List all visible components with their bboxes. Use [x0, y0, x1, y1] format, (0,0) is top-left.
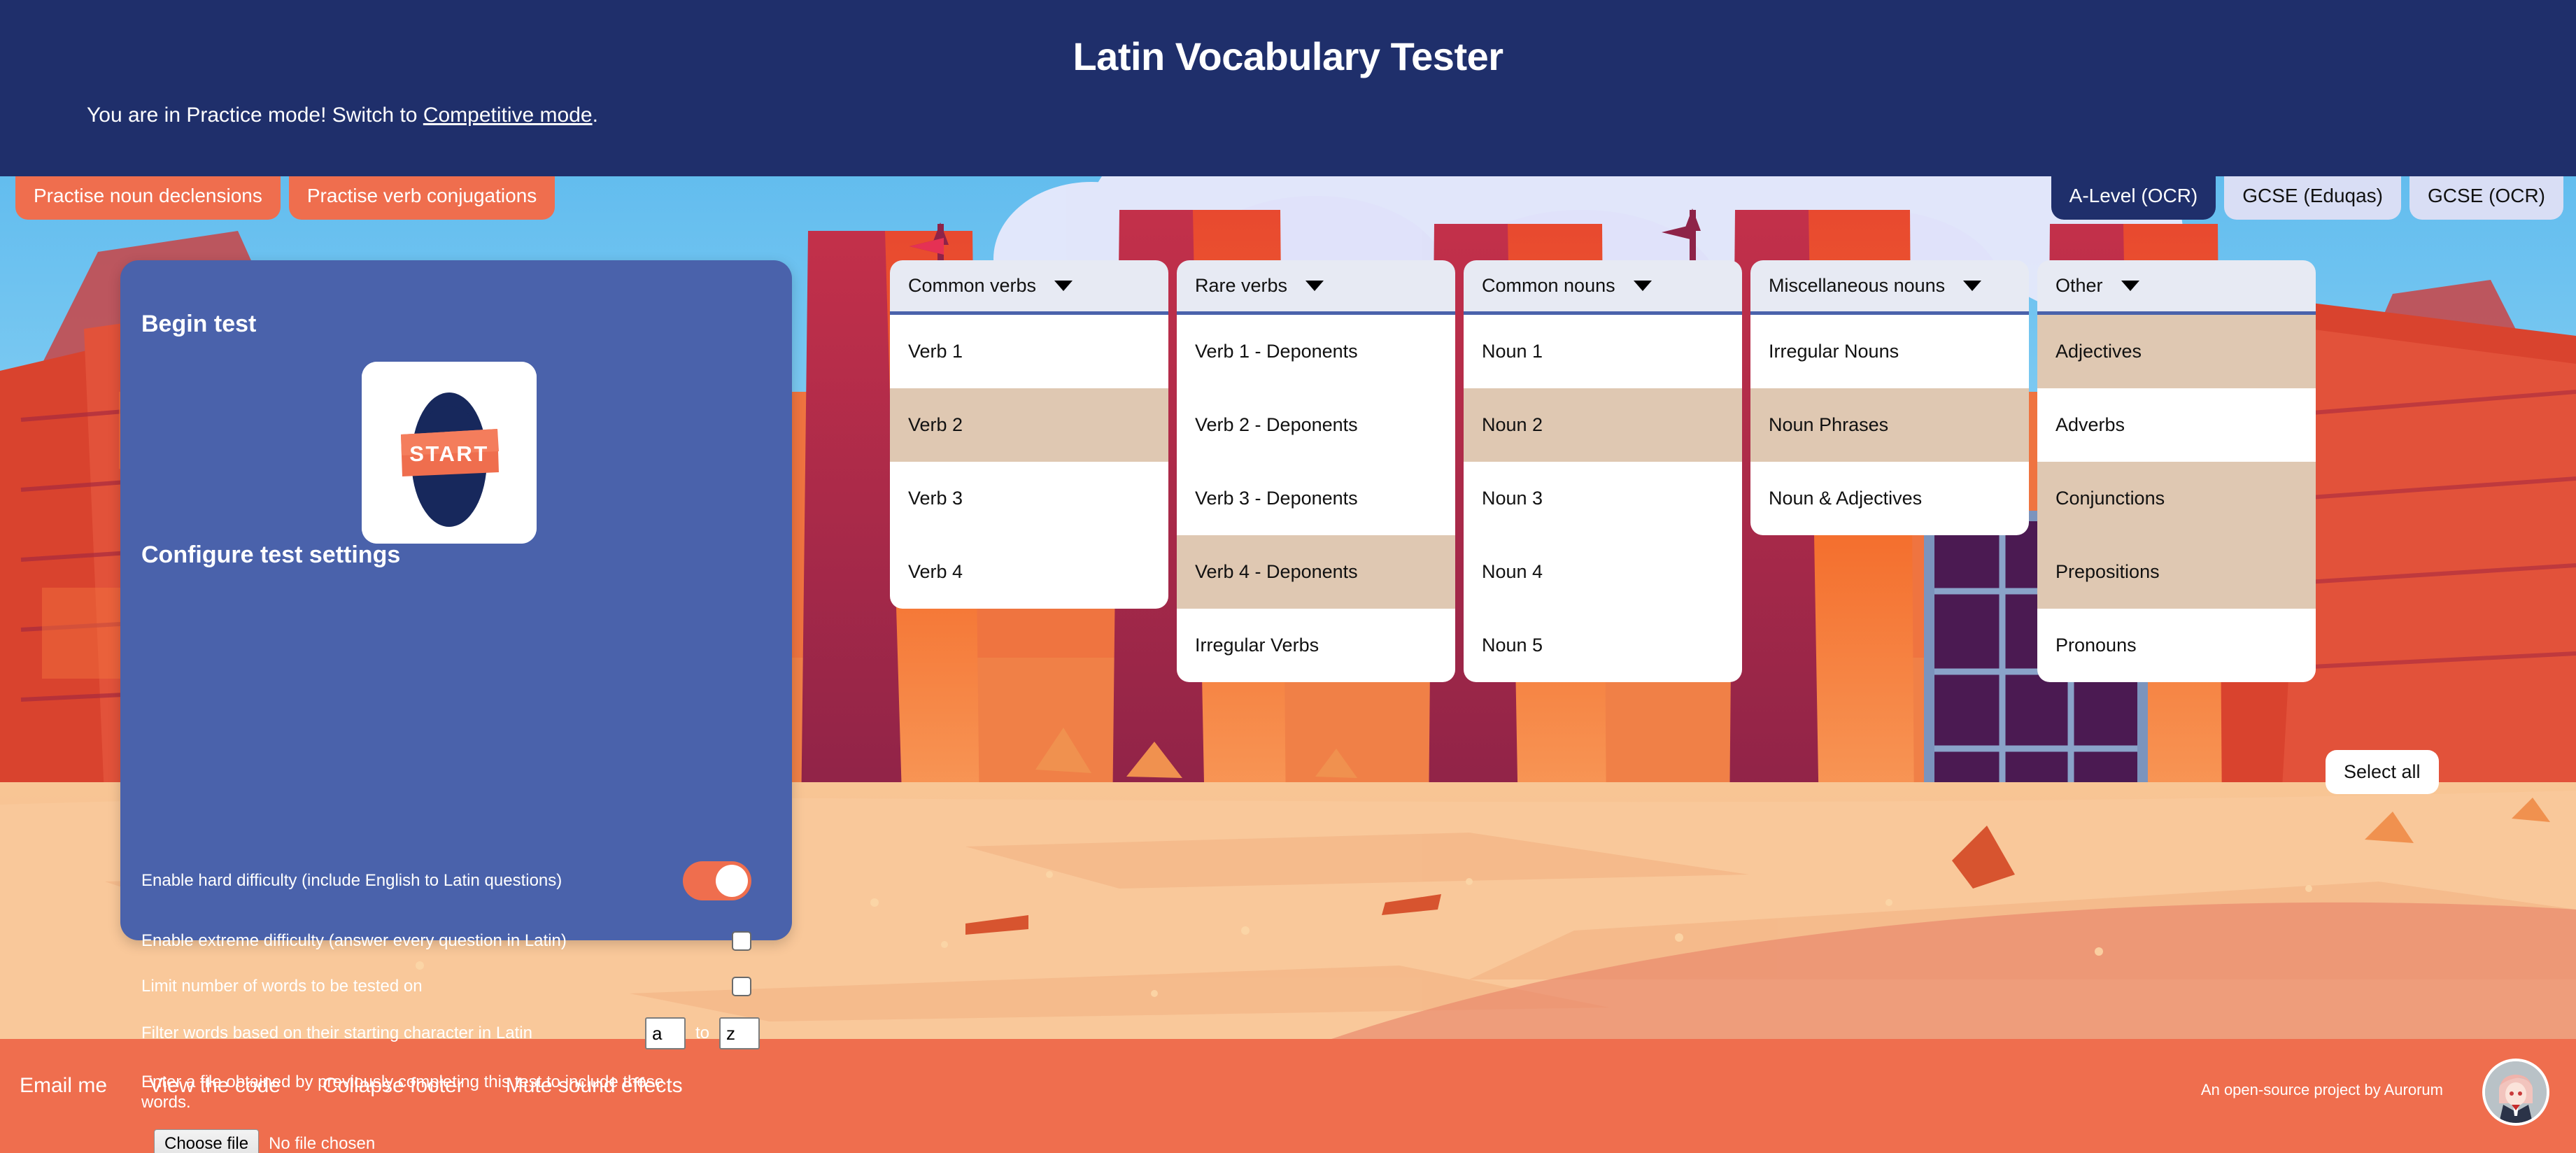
column-header-other[interactable]: Other	[2037, 260, 2316, 315]
filter-range-controls: to	[644, 1017, 760, 1049]
chevron-down-icon	[1633, 281, 1652, 291]
word-category-columns: Common verbs Verb 1 Verb 2 Verb 3 Verb 4…	[890, 260, 2316, 682]
option-item[interactable]: Noun Phrases	[1750, 388, 2029, 462]
option-item[interactable]: Noun 3	[1464, 462, 1742, 535]
start-icon: START	[362, 362, 537, 544]
option-item[interactable]: Noun 5	[1464, 609, 1742, 682]
column-title-common-nouns: Common nouns	[1482, 275, 1615, 296]
filter-from-input[interactable]	[644, 1017, 686, 1049]
option-item[interactable]: Verb 4	[890, 535, 1168, 609]
column-header-common-nouns[interactable]: Common nouns	[1464, 260, 1742, 315]
footer-credit: An open-source project by Aurorum	[2200, 1081, 2443, 1098]
limit-words-label: Limit number of words to be tested on	[141, 977, 423, 996]
test-settings-panel: Begin test START Configure test settings…	[120, 260, 792, 1153]
category-column-common-verbs: Common verbs Verb 1 Verb 2 Verb 3 Verb 4	[890, 260, 1168, 609]
hard-difficulty-toggle[interactable]	[683, 861, 751, 900]
option-item[interactable]: Irregular Verbs	[1177, 609, 1455, 682]
filter-to-input[interactable]	[719, 1017, 760, 1049]
option-item[interactable]: Adjectives	[2037, 315, 2316, 388]
option-item[interactable]: Verb 1	[890, 315, 1168, 388]
option-list-common-verbs: Verb 1 Verb 2 Verb 3 Verb 4	[890, 315, 1168, 609]
option-list-rare-verbs: Verb 1 - Deponents Verb 2 - Deponents Ve…	[1177, 315, 1455, 682]
option-item[interactable]: Pronouns	[2037, 609, 2316, 682]
mode-notice-prefix: You are in Practice mode! Switch to	[87, 104, 423, 127]
footer-link-email-me[interactable]: Email me	[20, 1074, 107, 1098]
option-item[interactable]: Verb 3	[890, 462, 1168, 535]
filter-joiner-label: to	[695, 1024, 709, 1042]
chevron-down-icon	[1305, 281, 1324, 291]
filter-start-char-label: Filter words based on their starting cha…	[141, 1024, 532, 1042]
extreme-difficulty-checkbox[interactable]	[732, 931, 751, 951]
svg-text:START: START	[409, 441, 489, 466]
option-item[interactable]: Prepositions	[2037, 535, 2316, 609]
setting-row-hard-difficulty: Enable hard difficulty (include English …	[141, 861, 771, 900]
begin-test-heading: Begin test	[141, 311, 257, 337]
select-all-button[interactable]: Select all	[2326, 750, 2439, 794]
option-item[interactable]: Adverbs	[2037, 388, 2316, 462]
column-header-rare-verbs[interactable]: Rare verbs	[1177, 260, 1455, 315]
chevron-down-icon	[1963, 281, 1982, 291]
configure-settings-heading: Configure test settings	[141, 542, 401, 568]
tab-gcse-eduqas[interactable]: GCSE (Eduqas)	[2224, 176, 2401, 220]
setting-row-limit-words: Limit number of words to be tested on	[141, 974, 771, 999]
file-upload-control: Choose file No file chosen	[154, 1129, 375, 1153]
category-column-other: Other Adjectives Adverbs Conjunctions Pr…	[2037, 260, 2316, 682]
column-title-other: Other	[2055, 275, 2103, 296]
category-column-common-nouns: Common nouns Noun 1 Noun 2 Noun 3 Noun 4…	[1464, 260, 1742, 682]
practice-tabs-left: Practise noun declensions Practise verb …	[15, 176, 555, 220]
mode-notice-suffix: .	[592, 104, 598, 127]
option-list-miscellaneous-nouns: Irregular Nouns Noun Phrases Noun & Adje…	[1750, 315, 2029, 535]
page-title: Latin Vocabulary Tester	[1073, 34, 1503, 78]
column-title-miscellaneous-nouns: Miscellaneous nouns	[1769, 275, 1946, 296]
tab-a-level-ocr[interactable]: A-Level (OCR)	[2051, 176, 2216, 220]
tab-gcse-ocr[interactable]: GCSE (OCR)	[2409, 176, 2563, 220]
app-header: Latin Vocabulary Tester You are in Pract…	[0, 0, 2576, 176]
option-item[interactable]: Noun 4	[1464, 535, 1742, 609]
option-item[interactable]: Noun 1	[1464, 315, 1742, 388]
option-item[interactable]: Verb 2 - Deponents	[1177, 388, 1455, 462]
option-item[interactable]: Verb 2	[890, 388, 1168, 462]
limit-words-checkbox[interactable]	[732, 977, 751, 996]
option-item[interactable]: Verb 3 - Deponents	[1177, 462, 1455, 535]
chevron-down-icon	[1054, 281, 1073, 291]
toggle-knob	[716, 865, 748, 897]
setting-row-filter-start-char: Filter words based on their starting cha…	[141, 1017, 771, 1049]
setting-row-extreme-difficulty: Enable extreme difficulty (answer every …	[141, 928, 771, 954]
avatar[interactable]	[2482, 1059, 2549, 1126]
tab-practise-verb-conjugations[interactable]: Practise verb conjugations	[288, 176, 555, 220]
choose-file-button[interactable]: Choose file	[154, 1129, 260, 1153]
start-test-button[interactable]: START	[362, 362, 537, 544]
hard-difficulty-label: Enable hard difficulty (include English …	[141, 871, 562, 890]
syllabus-tabs-right: A-Level (OCR) GCSE (Eduqas) GCSE (OCR)	[2051, 176, 2563, 220]
option-item[interactable]: Verb 1 - Deponents	[1177, 315, 1455, 388]
option-item[interactable]: Noun 2	[1464, 388, 1742, 462]
competitive-mode-link[interactable]: Competitive mode	[423, 104, 593, 127]
column-title-rare-verbs: Rare verbs	[1195, 275, 1288, 296]
column-header-common-verbs[interactable]: Common verbs	[890, 260, 1168, 315]
file-upload-help-text: Enter a file obtained by previously comp…	[141, 1073, 665, 1112]
avatar-icon	[2485, 1061, 2547, 1123]
option-list-other: Adjectives Adverbs Conjunctions Preposit…	[2037, 315, 2316, 682]
option-list-common-nouns: Noun 1 Noun 2 Noun 3 Noun 4 Noun 5	[1464, 315, 1742, 682]
column-title-common-verbs: Common verbs	[908, 275, 1037, 296]
option-item[interactable]: Conjunctions	[2037, 462, 2316, 535]
category-column-rare-verbs: Rare verbs Verb 1 - Deponents Verb 2 - D…	[1177, 260, 1455, 682]
category-column-miscellaneous-nouns: Miscellaneous nouns Irregular Nouns Noun…	[1750, 260, 2029, 535]
option-item[interactable]: Noun & Adjectives	[1750, 462, 2029, 535]
file-status-label: No file chosen	[269, 1134, 376, 1153]
extreme-difficulty-label: Enable extreme difficulty (answer every …	[141, 931, 567, 950]
mode-notice: You are in Practice mode! Switch to Comp…	[87, 104, 598, 127]
column-header-miscellaneous-nouns[interactable]: Miscellaneous nouns	[1750, 260, 2029, 315]
tab-practise-noun-declensions[interactable]: Practise noun declensions	[15, 176, 281, 220]
option-item[interactable]: Verb 4 - Deponents	[1177, 535, 1455, 609]
option-item[interactable]: Irregular Nouns	[1750, 315, 2029, 388]
chevron-down-icon	[2121, 281, 2139, 291]
